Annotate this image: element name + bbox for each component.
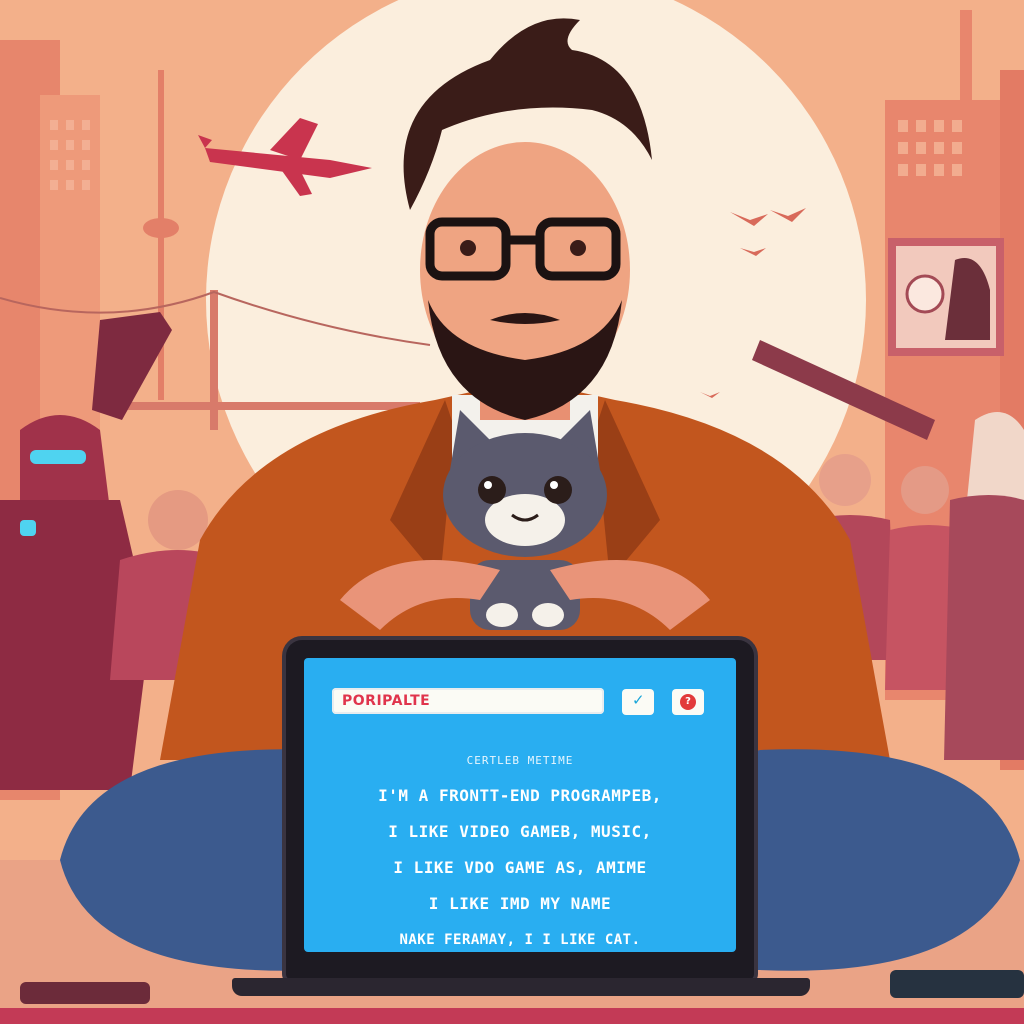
help-button[interactable]: ? <box>672 689 704 715</box>
address-bar-text: PORIPALTE <box>342 693 431 709</box>
illustration-scene: PORIPALTE ✓ ? CERTLEB METIME I'M A FRONT… <box>0 0 1024 1024</box>
check-icon: ✓ <box>632 691 645 709</box>
screen-subtitle: CERTLEB METIME <box>466 754 574 767</box>
laptop-base <box>232 978 810 996</box>
laptop-screen: PORIPALTE ✓ ? CERTLEB METIME I'M A FRONT… <box>304 658 736 952</box>
check-button[interactable]: ✓ <box>622 689 654 715</box>
screen-line: I'M A FRONTT-END PROGRAMPEB, <box>378 786 662 805</box>
screen-line: I LIKE VIDEO GAMEB, MUSIC, <box>388 822 652 841</box>
help-icon: ? <box>680 694 696 710</box>
screen-line: I LIKE VDO GAME AS, AMIME <box>393 858 647 877</box>
laptop: PORIPALTE ✓ ? CERTLEB METIME I'M A FRONT… <box>286 640 754 980</box>
screen-line: NAKE FERAMAY, I I LIKE CAT. <box>399 932 641 948</box>
address-bar[interactable]: PORIPALTE <box>332 688 604 714</box>
screen-line: I LIKE IMD MY NAME <box>428 894 612 913</box>
